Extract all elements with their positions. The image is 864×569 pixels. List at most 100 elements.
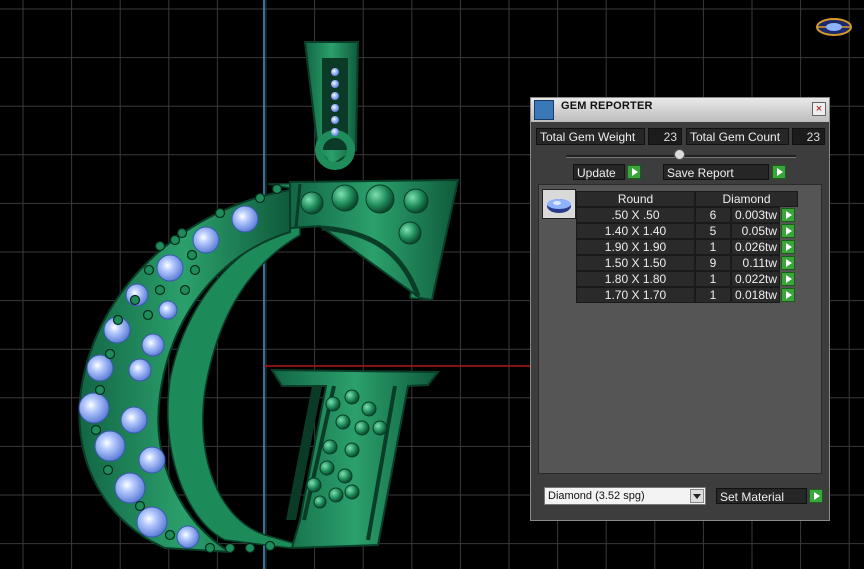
prong xyxy=(176,227,188,239)
metal-bead xyxy=(403,188,429,214)
prong xyxy=(90,424,102,436)
gem-weight-cell[interactable]: 0.022tw xyxy=(731,271,780,287)
prong xyxy=(164,529,176,541)
row-arrow-icon[interactable] xyxy=(781,224,795,238)
metal-bead xyxy=(322,439,338,455)
gem-reporter-panel: GEM REPORTER × Total Gem Weight 23 Total… xyxy=(530,97,830,521)
gem-count-cell[interactable]: 9 xyxy=(695,255,731,271)
update-button[interactable]: Update xyxy=(573,164,625,180)
round-diamond-icon xyxy=(542,189,576,219)
gem-count-cell[interactable]: 1 xyxy=(695,239,731,255)
metal-bead xyxy=(335,414,351,430)
material-select-value: Diamond (3.52 spg) xyxy=(548,490,645,502)
gem-stone xyxy=(176,525,200,549)
pendant-model[interactable] xyxy=(78,41,460,554)
metal-bead xyxy=(306,477,322,493)
gem-count-cell[interactable]: 1 xyxy=(695,271,731,287)
metal-bead xyxy=(372,420,388,436)
gem-weight-cell[interactable]: 0.003tw xyxy=(731,207,780,223)
prong xyxy=(264,540,276,552)
metal-bead xyxy=(398,221,422,245)
prong xyxy=(112,314,124,326)
gem-weight-cell[interactable]: 0.11tw xyxy=(731,255,780,271)
gem-stone xyxy=(138,446,166,474)
metal-bead xyxy=(331,184,359,212)
gem-count-cell[interactable]: 6 xyxy=(695,207,731,223)
metal-bead xyxy=(319,460,335,476)
gem-size-cell[interactable]: 1.50 X 1.50 xyxy=(576,255,695,271)
row-arrow-icon[interactable] xyxy=(781,208,795,222)
close-icon[interactable]: × xyxy=(812,102,826,116)
prong xyxy=(214,207,226,219)
total-gem-weight-value: 23 xyxy=(648,128,682,145)
gem-reporter-icon xyxy=(534,100,554,120)
gem-weight-cell[interactable]: 0.05tw xyxy=(731,223,780,239)
gem-stone xyxy=(136,506,168,538)
pendant-bail xyxy=(303,41,360,170)
total-gem-weight-label: Total Gem Weight xyxy=(536,128,645,145)
prong xyxy=(186,249,198,261)
set-material-button[interactable]: Set Material xyxy=(716,488,807,504)
metal-bead xyxy=(344,442,360,458)
prong xyxy=(244,542,256,554)
gem-count-cell[interactable]: 5 xyxy=(695,223,731,239)
gem-stone xyxy=(231,205,259,233)
gem-size-cell[interactable]: 1.70 X 1.70 xyxy=(576,287,695,303)
gem-size-cell[interactable]: 1.80 X 1.80 xyxy=(576,271,695,287)
chevron-down-icon[interactable] xyxy=(690,489,704,503)
total-gem-count-label: Total Gem Count xyxy=(686,128,789,145)
metal-bead xyxy=(300,191,324,215)
prong xyxy=(134,500,146,512)
metal-bead xyxy=(328,487,344,503)
gem-size-cell[interactable]: .50 X .50 xyxy=(576,207,695,223)
prong xyxy=(154,284,166,296)
metal-bead xyxy=(361,401,377,417)
metal-bead xyxy=(365,184,395,214)
material-select[interactable]: Diamond (3.52 spg) xyxy=(544,487,706,505)
prong xyxy=(104,348,116,360)
prong xyxy=(224,542,236,554)
row-arrow-icon[interactable] xyxy=(781,256,795,270)
prong xyxy=(94,384,106,396)
column-header-material: Diamond xyxy=(695,191,798,207)
prong xyxy=(271,183,283,195)
gem-stone xyxy=(78,392,110,424)
row-arrow-icon[interactable] xyxy=(781,272,795,286)
save-report-button[interactable]: Save Report xyxy=(663,164,769,180)
prong xyxy=(142,309,154,321)
update-arrow-icon[interactable] xyxy=(627,165,641,179)
prong xyxy=(254,192,266,204)
save-report-arrow-icon[interactable] xyxy=(772,165,786,179)
panel-titlebar[interactable]: GEM REPORTER × xyxy=(531,98,829,122)
metal-bead xyxy=(344,389,360,405)
prong xyxy=(189,264,201,276)
gem-stone xyxy=(156,254,184,282)
row-arrow-icon[interactable] xyxy=(781,240,795,254)
prong xyxy=(204,542,216,554)
total-gem-count-value: 23 xyxy=(792,128,825,145)
gem-weight-cell[interactable]: 0.018tw xyxy=(731,287,780,303)
gem-size-cell[interactable]: 1.90 X 1.90 xyxy=(576,239,695,255)
metal-bead xyxy=(313,495,327,509)
gem-weight-cell[interactable]: 0.026tw xyxy=(731,239,780,255)
prong xyxy=(129,294,141,306)
gem-stone xyxy=(192,226,220,254)
metal-bead xyxy=(337,468,353,484)
slider-handle[interactable] xyxy=(674,149,685,160)
gem-list[interactable]: Round Diamond .50 X .50 6 0.003tw 1.40 X 1.… xyxy=(538,184,822,474)
row-arrow-icon[interactable] xyxy=(781,288,795,302)
gem-stone xyxy=(158,300,178,320)
metal-bead xyxy=(354,420,370,436)
gem-stone xyxy=(128,358,152,382)
metal-bead xyxy=(325,396,341,412)
set-material-arrow-icon[interactable] xyxy=(809,489,823,503)
prong xyxy=(102,464,114,476)
metal-bead xyxy=(344,484,360,500)
gem-size-cell[interactable]: 1.40 X 1.40 xyxy=(576,223,695,239)
gem-stone xyxy=(141,333,165,357)
column-header-cut: Round xyxy=(576,191,695,207)
gem-count-cell[interactable]: 1 xyxy=(695,287,731,303)
prong xyxy=(154,240,166,252)
prong xyxy=(179,284,191,296)
panel-title: GEM REPORTER xyxy=(561,100,653,112)
